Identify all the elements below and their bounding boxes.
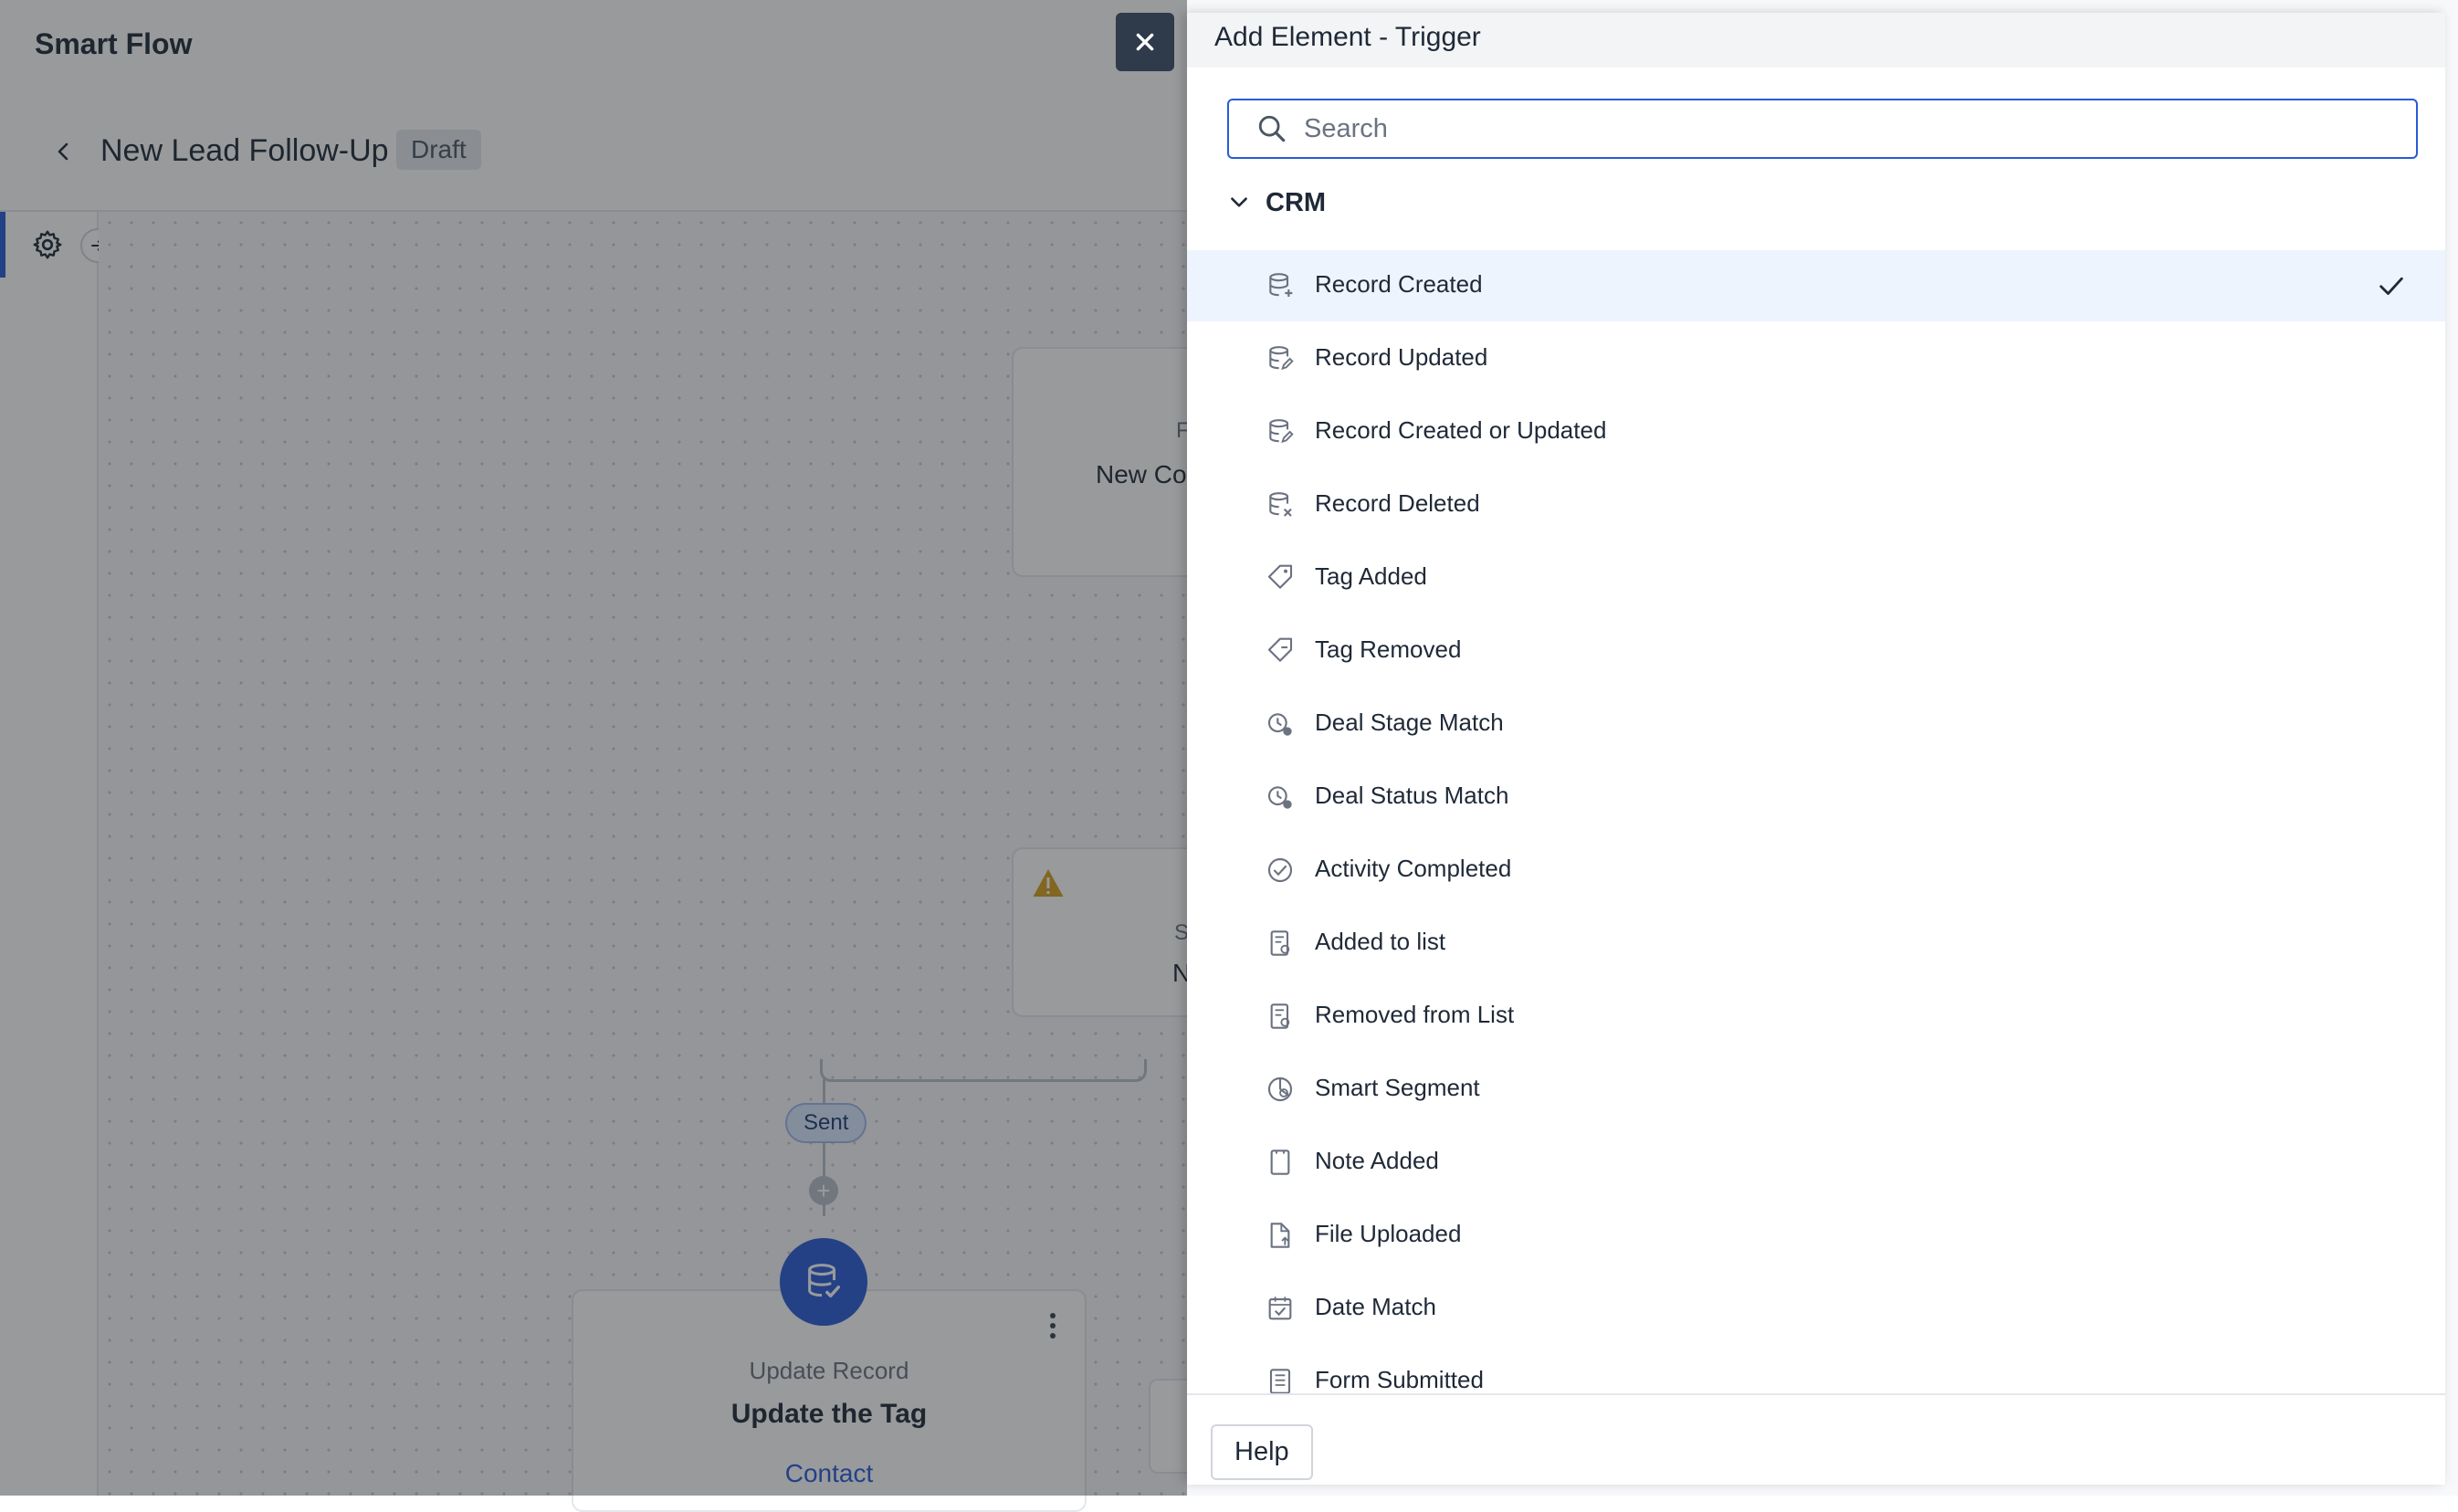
trigger-item-label: Tag Added (1315, 562, 1427, 590)
note-icon (1270, 1150, 1290, 1175)
trigger-item-label: Record Created or Updated (1315, 416, 1607, 444)
trigger-item-label: Note Added (1315, 1147, 1439, 1174)
chevron-down-icon (1231, 197, 1247, 207)
database-edit-icon (1269, 346, 1294, 371)
deal-stage-icon (1267, 713, 1292, 736)
database-plus-icon (1269, 273, 1293, 297)
checkmark-icon (2379, 277, 2403, 295)
trigger-item-label: Smart Segment (1315, 1074, 1480, 1101)
database-sync-icon (1269, 419, 1294, 444)
file-upload-icon (1270, 1223, 1290, 1248)
trigger-item-label: Added to list (1315, 928, 1446, 955)
trigger-item-label: Deal Status Match (1315, 782, 1509, 809)
category-header-crm[interactable]: CRM (1227, 183, 1326, 223)
trigger-item-label: File Uploaded (1315, 1220, 1462, 1247)
trigger-item-added-to-list[interactable]: Added to list (1187, 908, 2445, 979)
deal-status-icon (1267, 786, 1292, 809)
close-panel-button[interactable] (1116, 13, 1174, 71)
trigger-item-record-created-or-updated[interactable]: Record Created or Updated (1187, 396, 2445, 467)
check-circle-icon (1267, 857, 1293, 883)
list-remove-icon (1270, 1003, 1290, 1029)
tag-icon (1267, 564, 1293, 589)
trigger-item-activity-completed[interactable]: Activity Completed (1187, 835, 2445, 906)
trigger-item-deal-stage-match[interactable]: Deal Stage Match (1187, 688, 2445, 760)
search-box[interactable] (1227, 99, 2418, 159)
trigger-item-note-added[interactable]: Note Added (1187, 1127, 2445, 1198)
calendar-check-icon (1268, 1297, 1292, 1320)
trigger-list: Record Created Record Updated Record Cre… (1187, 237, 2445, 1402)
segment-icon (1267, 1076, 1293, 1102)
search-icon (1258, 115, 1286, 142)
database-x-icon (1269, 492, 1292, 517)
trigger-item-record-deleted[interactable]: Record Deleted (1187, 469, 2445, 541)
trigger-item-record-created[interactable]: Record Created (1187, 250, 2445, 321)
trigger-item-date-match[interactable]: Date Match (1187, 1273, 2445, 1344)
trigger-item-label: Record Deleted (1315, 489, 1480, 517)
trigger-item-tag-removed[interactable]: Tag Removed (1187, 615, 2445, 687)
category-label: CRM (1266, 187, 1327, 217)
trigger-item-removed-from-list[interactable]: Removed from List (1187, 981, 2445, 1052)
trigger-item-file-uploaded[interactable]: File Uploaded (1187, 1200, 2445, 1271)
panel-title: Add Element - Trigger (1214, 22, 1481, 52)
form-icon (1269, 1369, 1291, 1394)
search-input[interactable] (1302, 110, 2401, 148)
trigger-item-label: Record Created (1315, 270, 1483, 298)
trigger-item-label: Deal Stage Match (1315, 709, 1504, 736)
trigger-item-record-updated[interactable]: Record Updated (1187, 323, 2445, 394)
close-icon (1136, 33, 1154, 51)
trigger-item-label: Form Submitted (1315, 1366, 1484, 1393)
trigger-item-label: Record Updated (1315, 343, 1488, 371)
add-element-panel: Add Element - Trigger CRM Record Created… (1187, 13, 2445, 1485)
trigger-item-label: Activity Completed (1315, 855, 1512, 882)
trigger-item-label: Tag Removed (1315, 635, 1462, 663)
trigger-item-smart-segment[interactable]: Smart Segment (1187, 1054, 2445, 1125)
list-add-icon (1270, 930, 1290, 956)
panel-header: Add Element - Trigger (1187, 13, 2445, 68)
panel-footer: Help (1187, 1393, 2445, 1485)
trigger-item-label: Date Match (1315, 1293, 1436, 1320)
tag-minus-icon (1267, 637, 1293, 662)
trigger-item-label: Removed from List (1315, 1001, 1515, 1028)
modal-backdrop[interactable] (0, 0, 1187, 1496)
trigger-item-tag-added[interactable]: Tag Added (1187, 542, 2445, 614)
trigger-item-deal-status-match[interactable]: Deal Status Match (1187, 761, 2445, 833)
help-button[interactable]: Help (1211, 1424, 1313, 1480)
